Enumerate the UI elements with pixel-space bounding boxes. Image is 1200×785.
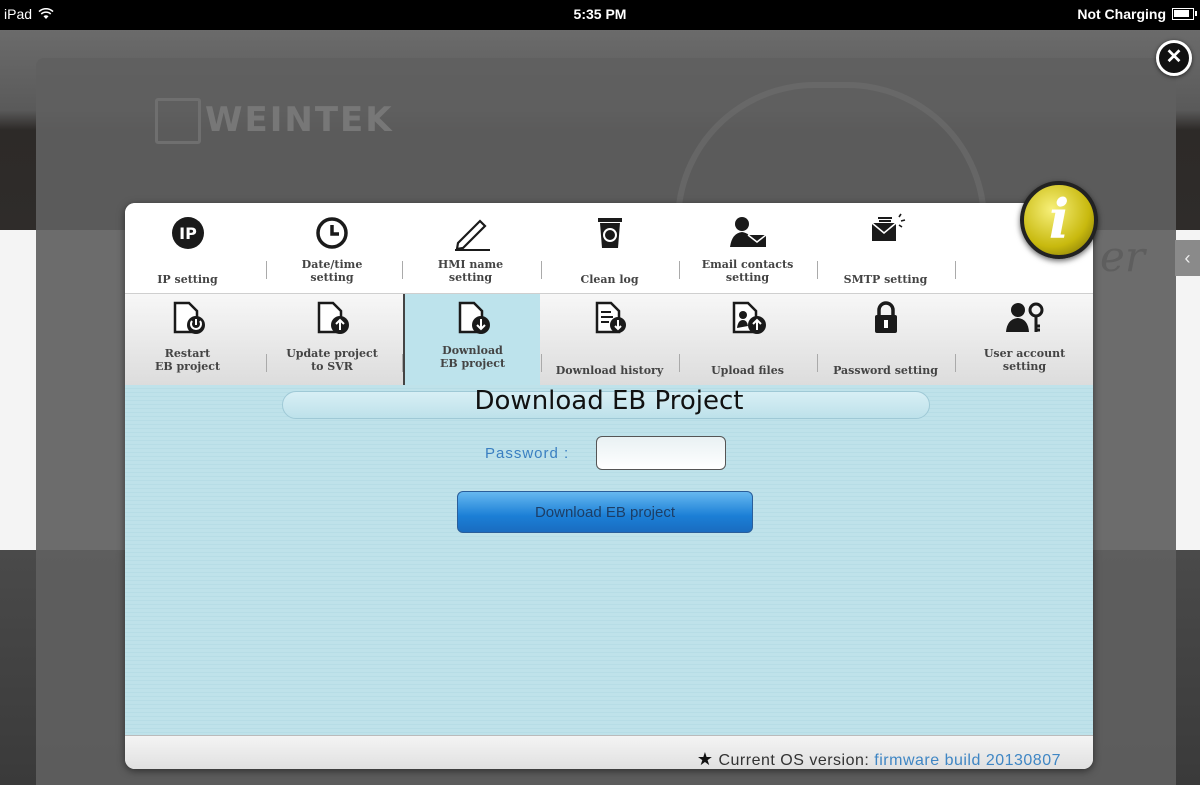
lock-icon [874, 301, 897, 333]
tab-label: Password setting [833, 364, 938, 377]
page-title: Download EB Project [474, 386, 744, 416]
tab-datetime-setting[interactable]: Date/time setting [267, 203, 397, 293]
tab-smtp-setting[interactable]: SMTP setting [818, 203, 953, 293]
ip-icon: IP [171, 217, 204, 249]
upload-files-icon [732, 301, 766, 334]
info-icon[interactable]: i [1020, 181, 1098, 259]
trash-icon [597, 218, 622, 248]
tab-email-contacts-setting[interactable]: Email contacts setting [680, 203, 815, 293]
clock: 5:35 PM [573, 6, 627, 22]
tab-label: SMTP setting [843, 273, 928, 286]
background-logo: WEINTEK [205, 100, 394, 140]
content-panel: Download EB Project Password : Download … [125, 385, 1093, 735]
upload-project-icon [317, 301, 349, 334]
tab-label: IP setting [157, 273, 218, 286]
tab-upload-files[interactable]: Upload files [680, 294, 815, 386]
tab-label: Update project to SVR [286, 347, 378, 373]
contact-mail-icon [729, 217, 766, 247]
star-icon: ★ [696, 749, 714, 769]
download-project-icon [458, 301, 490, 334]
firmware-version: firmware build 20130807 [874, 752, 1061, 769]
pencil-icon [454, 219, 490, 251]
tab-download-history[interactable]: Download history [542, 294, 677, 386]
mail-send-icon [870, 213, 905, 241]
settings-dialog: IP IP setting Date/time setting HMI name… [125, 203, 1093, 769]
tab-separator [955, 261, 956, 279]
tab-label: Download history [555, 364, 664, 377]
tab-label: User account setting [983, 347, 1066, 373]
download-eb-project-button[interactable]: Download EB project [457, 491, 753, 533]
tab-hmi-name-setting[interactable]: HMI name setting [403, 203, 538, 293]
background-logo-icon [155, 98, 201, 144]
background-cloud-text: er [1100, 232, 1145, 281]
clock-icon [316, 217, 348, 249]
restart-project-icon [173, 301, 205, 334]
tab-label: Email contacts setting [701, 258, 794, 284]
battery-icon [1172, 8, 1197, 20]
tab-row-1: IP IP setting Date/time setting HMI name… [125, 203, 1093, 293]
tab-ip-setting[interactable]: IP IP setting [125, 203, 250, 293]
tab-label: Upload files [711, 364, 784, 377]
background-side-arrow-icon: ‹ [1175, 240, 1200, 276]
close-button[interactable]: ✕ [1156, 40, 1192, 76]
battery-status: Not Charging [1077, 6, 1166, 22]
close-icon: ✕ [1165, 46, 1183, 68]
tab-clean-log[interactable]: Clean log [542, 203, 677, 293]
status-bar: iPad 5:35 PM Not Charging [0, 0, 1200, 30]
tab-download-eb-project[interactable]: Download EB project [403, 294, 540, 386]
tab-label: Download EB project [439, 344, 506, 370]
tab-row-2: Restart EB project Update project to SVR… [125, 293, 1093, 386]
os-version-label: Current OS version: [718, 752, 875, 769]
tab-label: Date/time setting [301, 258, 363, 284]
tab-password-setting[interactable]: Password setting [818, 294, 953, 386]
tab-label: Restart EB project [154, 347, 221, 373]
tab-restart-eb-project[interactable]: Restart EB project [125, 294, 250, 386]
footer: ★ Current OS version: firmware build 201… [125, 735, 1093, 769]
password-field[interactable] [596, 436, 726, 470]
password-label: Password : [485, 445, 570, 462]
user-key-icon [1005, 302, 1043, 332]
tab-user-account-setting[interactable]: User account setting [956, 294, 1093, 386]
tab-update-project-to-svr[interactable]: Update project to SVR [267, 294, 397, 386]
svg-text:IP: IP [179, 224, 197, 243]
tab-label: Clean log [580, 273, 639, 286]
download-history-icon [595, 301, 626, 334]
tab-label: HMI name setting [437, 258, 504, 284]
